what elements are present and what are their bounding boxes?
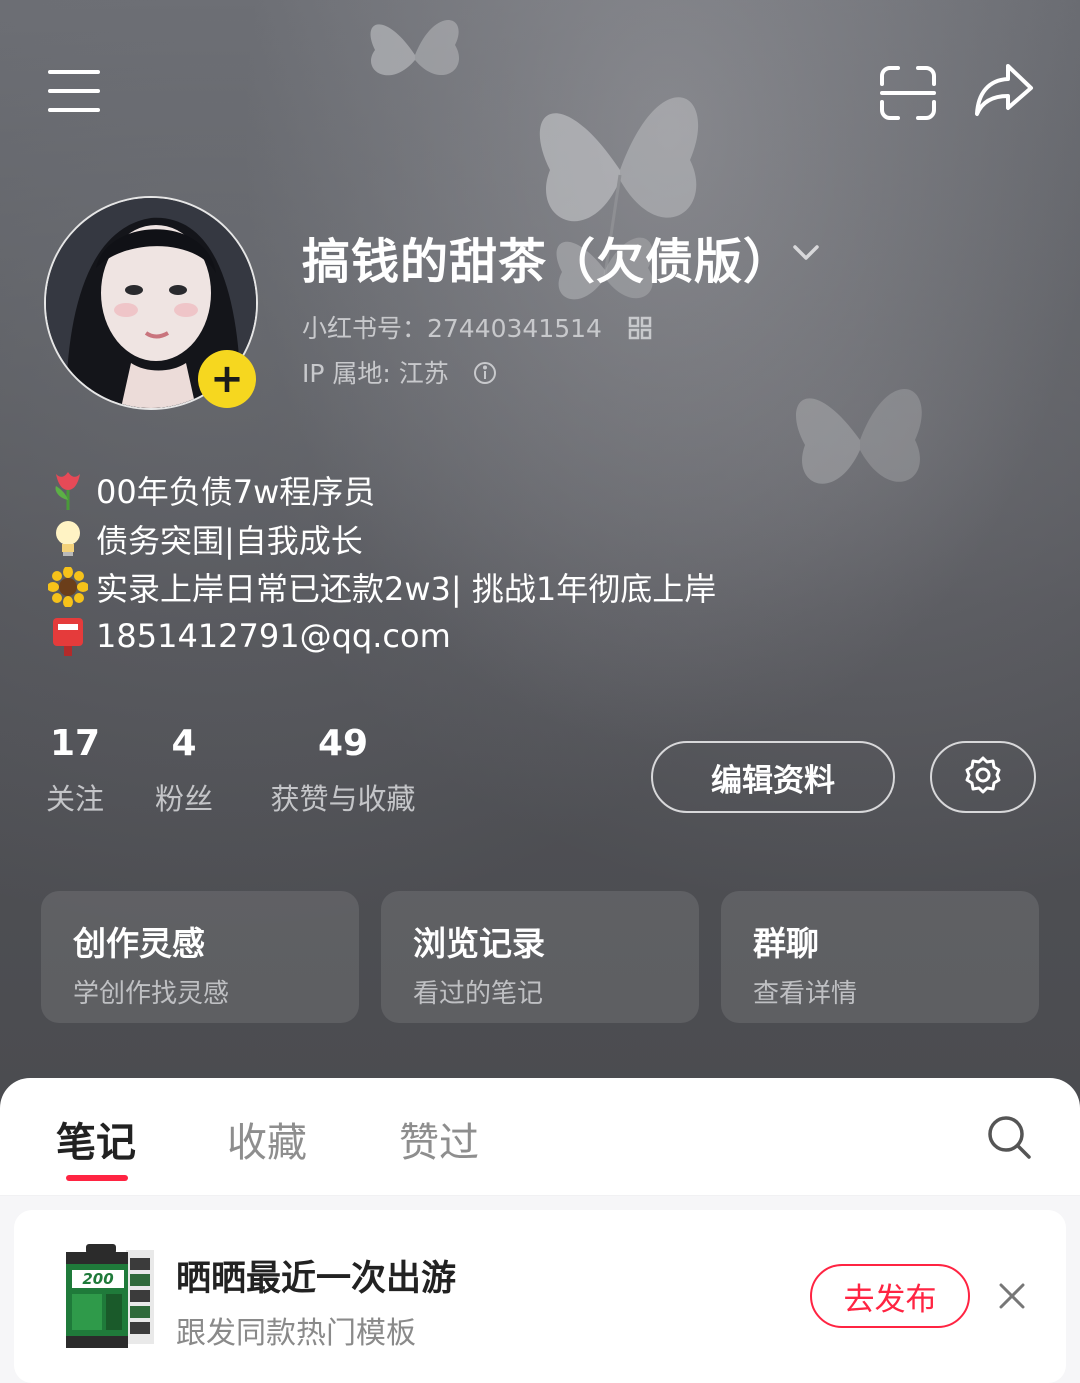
- card-title: 创作灵感: [73, 924, 205, 963]
- card-creation-inspiration[interactable]: 创作灵感 学创作找灵感: [41, 891, 359, 1023]
- bio-line: 实录上岸日常已还款2w3| 挑战1年彻底上岸: [48, 563, 716, 612]
- stat-value: 17: [49, 723, 101, 764]
- bio-line: 1851412791@qq.com: [48, 612, 716, 661]
- ip-location-text: IP 属地: 江苏: [302, 359, 449, 388]
- settings-button[interactable]: [930, 741, 1036, 813]
- user-id-text: 小红书号：27440341514: [302, 314, 602, 343]
- stat-likes[interactable]: 49 获赞与收藏: [262, 722, 424, 818]
- card-browse-history[interactable]: 浏览记录 看过的笔记: [381, 891, 699, 1023]
- menu-icon[interactable]: [48, 70, 100, 112]
- film-roll-icon: 200: [64, 1244, 156, 1354]
- stat-value: 4: [171, 723, 197, 764]
- stat-label: 关注: [45, 782, 104, 816]
- card-subtitle: 查看详情: [753, 979, 858, 1009]
- sunflower-icon: [48, 567, 88, 608]
- stat-label: 获赞与收藏: [270, 782, 416, 816]
- tab-liked[interactable]: 赞过: [399, 1110, 479, 1168]
- close-icon[interactable]: [998, 1282, 1026, 1314]
- stat-value: 49: [317, 723, 369, 764]
- share-icon[interactable]: [974, 62, 1034, 118]
- active-tab-indicator: [66, 1175, 128, 1181]
- tab-notes[interactable]: 笔记: [56, 1110, 136, 1168]
- add-avatar-button[interactable]: +: [198, 350, 256, 408]
- stat-label: 粉丝: [154, 782, 213, 816]
- stat-following[interactable]: 17 关注: [44, 722, 106, 818]
- ip-location: IP 属地: 江苏: [302, 354, 497, 391]
- tulip-icon: [48, 470, 88, 511]
- search-icon[interactable]: [986, 1114, 1032, 1164]
- butterfly-decoration: [370, 20, 460, 76]
- bio-text: 实录上岸日常已还款2w3| 挑战1年彻底上岸: [96, 570, 717, 609]
- edit-profile-button[interactable]: 编辑资料: [651, 741, 895, 813]
- light-bulb-icon: [48, 519, 88, 559]
- chevron-down-icon[interactable]: [792, 244, 820, 266]
- butterfly-decoration: [796, 388, 922, 484]
- promo-subtitle: 跟发同款热门模板: [176, 1316, 416, 1351]
- info-icon[interactable]: [473, 361, 497, 391]
- avatar[interactable]: +: [44, 196, 258, 410]
- qr-code-icon[interactable]: [628, 316, 652, 346]
- bio-text: 00年负债7w程序员: [96, 473, 376, 512]
- bio-text: 1851412791@qq.com: [96, 616, 451, 655]
- film-label: 200: [82, 1270, 113, 1288]
- promo-title: 晒晒最近一次出游: [176, 1259, 457, 1299]
- profile-name: 搞钱的甜茶（欠债版）: [302, 234, 793, 290]
- publish-button[interactable]: 去发布: [810, 1264, 970, 1328]
- bio: 00年负债7w程序员 债务突围|自我成长 实录上岸日常已还款2w3| 挑战1年彻…: [48, 466, 716, 660]
- gear-icon: [963, 755, 1003, 799]
- card-group-chat[interactable]: 群聊 查看详情: [721, 891, 1039, 1023]
- card-subtitle: 看过的笔记: [413, 979, 544, 1009]
- bio-text: 债务突围|自我成长: [96, 521, 363, 560]
- stat-followers[interactable]: 4 粉丝: [153, 722, 215, 818]
- tab-favorites[interactable]: 收藏: [227, 1110, 307, 1168]
- card-subtitle: 学创作找灵感: [73, 979, 230, 1009]
- bio-line: 债务突围|自我成长: [48, 515, 716, 564]
- postbox-icon: [48, 616, 88, 656]
- card-title: 浏览记录: [413, 924, 545, 963]
- scan-icon[interactable]: [880, 66, 936, 120]
- bio-line: 00年负债7w程序员: [48, 466, 716, 515]
- promo-card[interactable]: 200 晒晒最近一次出游 跟发同款热门模板 去发布: [14, 1210, 1066, 1383]
- card-title: 群聊: [753, 924, 819, 963]
- user-id: 小红书号：27440341514: [302, 309, 652, 346]
